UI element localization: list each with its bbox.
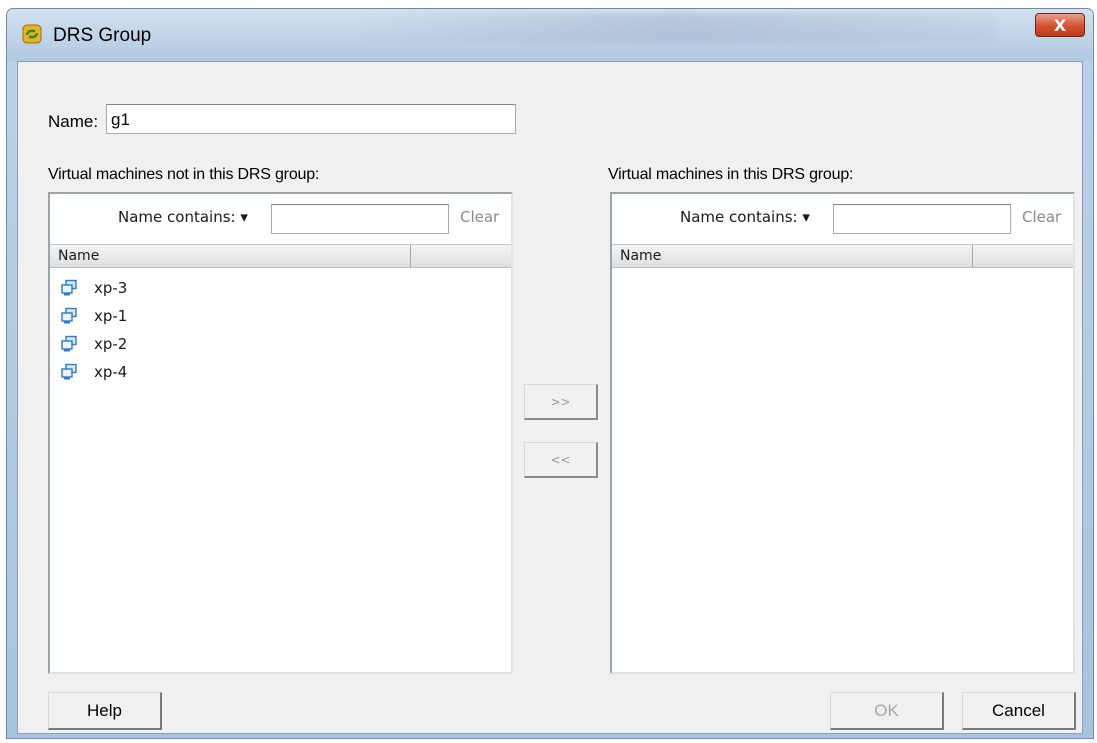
in-group-heading: Virtual machines in this DRS group: bbox=[608, 166, 854, 183]
right-column-header[interactable]: Name bbox=[612, 244, 1073, 268]
left-name-column-label: Name bbox=[58, 248, 100, 264]
left-filter-input[interactable] bbox=[271, 204, 449, 234]
list-item[interactable]: xp-4 bbox=[60, 358, 511, 386]
left-column-divider[interactable] bbox=[410, 245, 411, 267]
ok-button[interactable]: OK bbox=[830, 692, 944, 730]
left-vm-list: xp-3 xp-1 xp-2 xp-4 bbox=[60, 274, 511, 386]
title-bar[interactable]: DRS Group X bbox=[7, 9, 1093, 61]
not-in-group-panel: Name contains: ▾ Clear Name xp-3 xp-1 xp… bbox=[48, 192, 513, 674]
list-item[interactable]: xp-1 bbox=[60, 302, 511, 330]
background-window-blur bbox=[357, 13, 997, 43]
right-column-divider[interactable] bbox=[972, 245, 973, 267]
remove-from-group-button[interactable]: << bbox=[524, 442, 598, 478]
vm-icon bbox=[61, 363, 77, 380]
right-name-column-label: Name bbox=[620, 248, 662, 264]
drs-group-dialog: DRS Group X Name: g1 Virtual machines no… bbox=[6, 8, 1094, 739]
close-button[interactable]: X bbox=[1035, 13, 1085, 37]
window-title: DRS Group bbox=[53, 25, 152, 46]
name-label: Name: bbox=[48, 112, 99, 131]
vm-name: xp-1 bbox=[94, 307, 128, 325]
drs-group-icon bbox=[22, 24, 42, 44]
right-filter-row: Name contains: ▾ Clear bbox=[612, 194, 1073, 240]
vm-name: xp-4 bbox=[94, 363, 128, 381]
vm-name: xp-2 bbox=[94, 335, 128, 353]
vm-icon bbox=[61, 307, 77, 324]
list-item[interactable]: xp-3 bbox=[60, 274, 511, 302]
cancel-button[interactable]: Cancel bbox=[962, 692, 1076, 730]
vm-icon bbox=[61, 335, 77, 352]
list-item[interactable]: xp-2 bbox=[60, 330, 511, 358]
add-to-group-button[interactable]: >> bbox=[524, 384, 598, 420]
name-input[interactable]: g1 bbox=[106, 104, 516, 134]
left-clear-link[interactable]: Clear bbox=[460, 208, 499, 226]
in-group-panel: Name contains: ▾ Clear Name bbox=[610, 192, 1075, 674]
right-filter-input[interactable] bbox=[833, 204, 1011, 234]
vm-icon bbox=[61, 279, 77, 296]
left-filter-row: Name contains: ▾ Clear bbox=[50, 194, 511, 240]
left-name-contains-dropdown[interactable]: Name contains: ▾ bbox=[118, 208, 248, 226]
left-column-header[interactable]: Name bbox=[50, 244, 511, 268]
right-clear-link[interactable]: Clear bbox=[1022, 208, 1061, 226]
right-name-contains-dropdown[interactable]: Name contains: ▾ bbox=[680, 208, 810, 226]
not-in-group-heading: Virtual machines not in this DRS group: bbox=[48, 166, 320, 183]
dialog-content: Name: g1 Virtual machines not in this DR… bbox=[17, 61, 1083, 734]
help-button[interactable]: Help bbox=[48, 692, 162, 730]
vm-name: xp-3 bbox=[94, 279, 128, 297]
